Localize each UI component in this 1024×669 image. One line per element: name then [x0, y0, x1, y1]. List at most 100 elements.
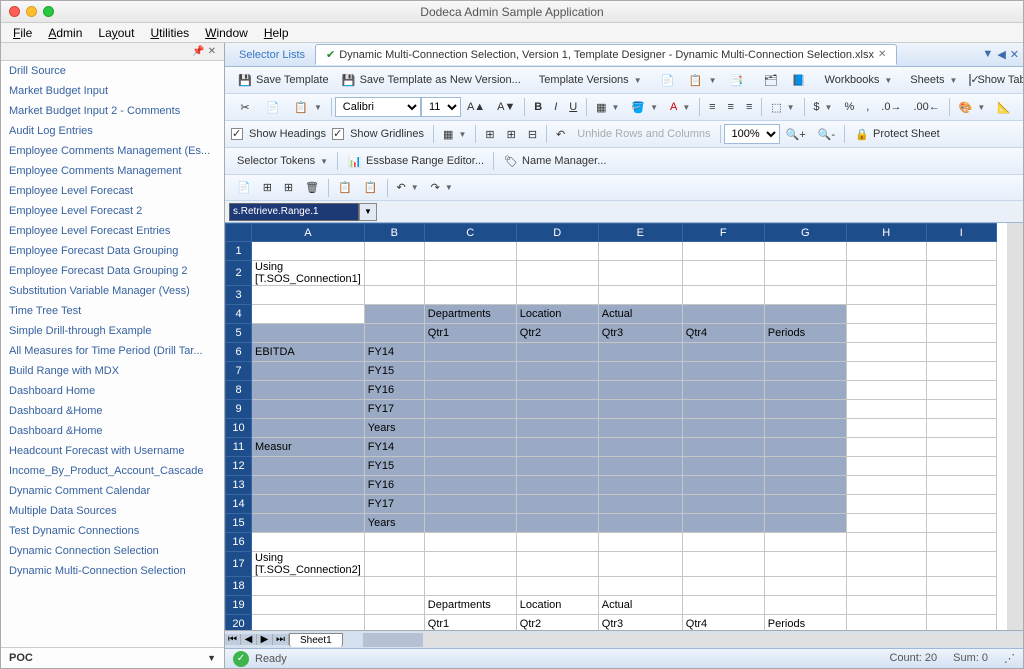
cell-E11[interactable] — [598, 438, 682, 457]
sidebar-item-15[interactable]: Build Range with MDX — [1, 361, 224, 381]
cell-I16[interactable] — [926, 533, 996, 552]
cell-C17[interactable] — [424, 552, 516, 577]
cell-D1[interactable] — [516, 242, 598, 261]
cell-F9[interactable] — [682, 400, 764, 419]
cell-E17[interactable] — [598, 552, 682, 577]
cell-F4[interactable] — [682, 305, 764, 324]
save-as-version-button[interactable]: 💾Save Template as New Version... — [336, 69, 526, 91]
cell-H12[interactable] — [846, 457, 926, 476]
cell-E20[interactable]: Qtr3 — [598, 615, 682, 631]
cell-I11[interactable] — [926, 438, 996, 457]
tb5-3[interactable]: ⊞ — [279, 178, 298, 197]
font-select[interactable]: Calibri — [335, 97, 421, 117]
close-tab-icon[interactable]: ✕ — [878, 49, 886, 60]
styles-button[interactable]: 🎨▼ — [954, 98, 991, 117]
selector-tokens-button[interactable]: Selector Tokens▼ — [232, 152, 333, 170]
paste-button[interactable]: 📋▼ — [288, 96, 327, 118]
menu-window[interactable]: Window — [197, 24, 256, 42]
zoom-out-button[interactable]: 🔍- — [813, 125, 840, 144]
cell-B15[interactable]: Years — [364, 514, 424, 533]
cell-F19[interactable] — [682, 596, 764, 615]
cell-F2[interactable] — [682, 261, 764, 286]
cell-H4[interactable] — [846, 305, 926, 324]
cell-G18[interactable] — [764, 577, 846, 596]
row-header-3[interactable]: 3 — [226, 286, 252, 305]
cell-A19[interactable] — [252, 596, 365, 615]
sheet-tab-1[interactable]: Sheet1 — [289, 633, 343, 647]
cell-F1[interactable] — [682, 242, 764, 261]
cell-G7[interactable] — [764, 362, 846, 381]
col-header-E[interactable]: E — [598, 224, 682, 242]
cell-B16[interactable] — [364, 533, 424, 552]
cell-B2[interactable] — [364, 261, 424, 286]
tb-icon-4[interactable]: 🗂 — [758, 69, 784, 91]
cell-F7[interactable] — [682, 362, 764, 381]
sidebar-item-21[interactable]: Dynamic Comment Calendar — [1, 481, 224, 501]
del-row-button[interactable]: ⊟ — [523, 125, 542, 144]
cell-I8[interactable] — [926, 381, 996, 400]
tb-icon-3[interactable]: 📑 — [724, 69, 750, 91]
freeze-button-1[interactable]: ▦▼ — [438, 125, 471, 144]
cell-C20[interactable]: Qtr1 — [424, 615, 516, 631]
cell-F13[interactable] — [682, 476, 764, 495]
cell-H11[interactable] — [846, 438, 926, 457]
cell-I17[interactable] — [926, 552, 996, 577]
cell-D12[interactable] — [516, 457, 598, 476]
cell-E3[interactable] — [598, 286, 682, 305]
cell-A11[interactable]: Measur — [252, 438, 365, 457]
format-button[interactable]: 📐 — [992, 98, 1016, 117]
row-header-8[interactable]: 8 — [226, 381, 252, 400]
cell-F17[interactable] — [682, 552, 764, 577]
sidebar-item-25[interactable]: Dynamic Multi-Connection Selection — [1, 561, 224, 581]
cell-E13[interactable] — [598, 476, 682, 495]
vertical-scrollbar[interactable] — [1007, 223, 1023, 630]
cell-I5[interactable] — [926, 324, 996, 343]
cell-A3[interactable] — [252, 286, 365, 305]
sidebar-item-19[interactable]: Headcount Forecast with Username — [1, 441, 224, 461]
name-box-input[interactable] — [229, 203, 359, 221]
align-left-button[interactable]: ≡ — [704, 98, 720, 116]
protect-sheet-button[interactable]: 🔒Protect Sheet — [849, 123, 945, 145]
workbooks-button[interactable]: Workbooks▼ — [820, 71, 898, 89]
cell-A8[interactable] — [252, 381, 365, 400]
cell-D8[interactable] — [516, 381, 598, 400]
close-window-button[interactable] — [9, 6, 20, 17]
sidebar-item-10[interactable]: Employee Forecast Data Grouping 2 — [1, 261, 224, 281]
cell-F11[interactable] — [682, 438, 764, 457]
cell-I14[interactable] — [926, 495, 996, 514]
cell-H17[interactable] — [846, 552, 926, 577]
cell-D19[interactable]: Location — [516, 596, 598, 615]
col-header-F[interactable]: F — [682, 224, 764, 242]
redo-button[interactable]: ↷▼ — [426, 178, 458, 197]
cell-A15[interactable] — [252, 514, 365, 533]
cell-G12[interactable] — [764, 457, 846, 476]
cell-B17[interactable] — [364, 552, 424, 577]
row-header-16[interactable]: 16 — [226, 533, 252, 552]
comma-button[interactable]: , — [861, 98, 874, 116]
tb5-1[interactable]: 📄 — [232, 178, 256, 197]
cell-C11[interactable] — [424, 438, 516, 457]
align-center-button[interactable]: ≡ — [723, 98, 739, 116]
sidebar-item-12[interactable]: Time Tree Test — [1, 301, 224, 321]
cell-E4[interactable]: Actual — [598, 305, 682, 324]
horizontal-scrollbar[interactable] — [363, 633, 1023, 647]
cell-A14[interactable] — [252, 495, 365, 514]
cell-B1[interactable] — [364, 242, 424, 261]
cell-F14[interactable] — [682, 495, 764, 514]
cell-I20[interactable] — [926, 615, 996, 631]
sidebar-item-14[interactable]: All Measures for Time Period (Drill Tar.… — [1, 341, 224, 361]
cell-B19[interactable] — [364, 596, 424, 615]
cell-H19[interactable] — [846, 596, 926, 615]
col-header-C[interactable]: C — [424, 224, 516, 242]
menu-layout[interactable]: Layout — [90, 24, 142, 42]
cell-D11[interactable] — [516, 438, 598, 457]
cell-H15[interactable] — [846, 514, 926, 533]
cell-G16[interactable] — [764, 533, 846, 552]
template-versions-button[interactable]: Template Versions▼ — [534, 71, 647, 89]
dec-decimal-button[interactable]: .00← — [908, 98, 944, 116]
cell-B9[interactable]: FY17 — [364, 400, 424, 419]
back-icon[interactable]: ◀ — [997, 48, 1005, 61]
cell-I6[interactable] — [926, 343, 996, 362]
sheet-nav-last[interactable]: ⏭ — [273, 634, 289, 645]
row-header-18[interactable]: 18 — [226, 577, 252, 596]
